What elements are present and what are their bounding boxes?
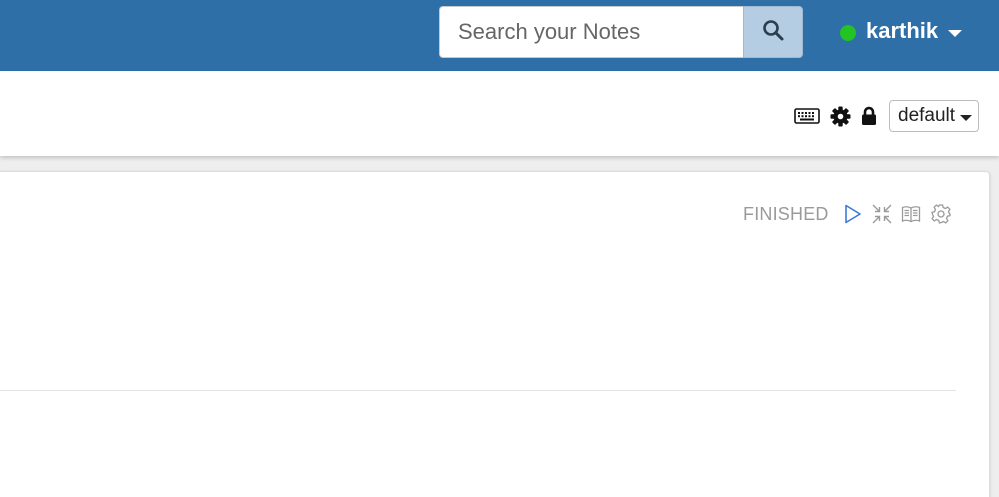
collapse-icon[interactable]	[872, 204, 892, 224]
run-icon[interactable]	[844, 204, 862, 224]
top-navbar: karthik	[0, 0, 999, 71]
lock-icon[interactable]	[861, 106, 877, 126]
gear-icon[interactable]	[830, 106, 851, 127]
interpreter-label: default	[898, 105, 956, 126]
book-icon[interactable]	[901, 204, 921, 224]
user-name: karthik	[866, 18, 939, 43]
search-icon	[762, 19, 784, 46]
chevron-down-icon	[960, 114, 973, 121]
paragraph-status: FINISHED	[743, 204, 829, 224]
keyboard-icon[interactable]	[794, 108, 820, 124]
paragraph-panel: FINISHED	[0, 171, 990, 497]
settings-icon[interactable]	[931, 204, 951, 224]
paragraph-divider	[0, 390, 956, 391]
chevron-down-icon	[948, 29, 963, 37]
search-button[interactable]	[743, 6, 803, 58]
search-form	[439, 6, 803, 58]
user-menu[interactable]: karthik	[840, 16, 963, 46]
search-input[interactable]	[439, 6, 744, 58]
note-toolbar: default	[0, 71, 999, 156]
interpreter-dropdown[interactable]: default	[889, 100, 979, 132]
online-status-dot	[840, 25, 856, 41]
